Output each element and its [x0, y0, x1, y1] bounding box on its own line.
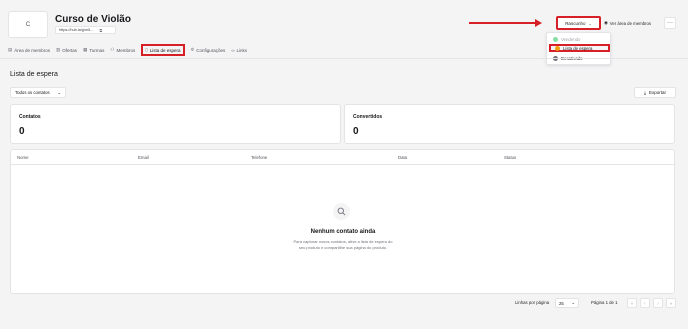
gear-icon: ✲ — [190, 47, 195, 52]
first-page-button[interactable]: « — [627, 298, 637, 308]
rows-per-page-value: 25 — [559, 300, 564, 306]
status-option-vendendo[interactable]: Vendendo — [549, 35, 610, 43]
column-header-phone[interactable]: Telefone — [251, 155, 267, 160]
previous-page-button[interactable]: ‹ — [640, 298, 650, 308]
status-option-label: Lista de espera — [563, 45, 593, 51]
rows-per-page-label: Linhas por página — [515, 300, 550, 305]
tab-links[interactable]: ∞ Links — [231, 48, 247, 53]
check-circle-icon — [553, 36, 558, 42]
table-header: Nome Email Telefone Data Status — [11, 150, 674, 165]
status-button-label: Rascunho — [565, 20, 586, 26]
tab-label: Ofertas — [62, 47, 78, 53]
column-header-status[interactable]: Status — [504, 155, 516, 160]
chevron-down-icon: ⌄ — [588, 20, 592, 26]
last-page-button[interactable]: » — [666, 298, 676, 308]
product-url-pill[interactable]: https://hub.la/g/m5... ⧉ — [55, 26, 116, 34]
tab-label: Lista de espera — [149, 47, 181, 53]
thumbnail-letter: C — [25, 21, 31, 28]
product-title: Curso de Violão — [55, 14, 131, 25]
more-icon: ··· — [667, 20, 673, 26]
status-menu: Vendendo Lista de espera Desativado — [546, 32, 611, 65]
rows-per-page-select[interactable]: 25 ⌄ — [555, 298, 579, 308]
export-label: Exportar — [648, 90, 666, 95]
stat-label: Convertidos — [353, 114, 383, 120]
tab-offers[interactable]: ▥ Ofertas — [56, 47, 77, 53]
waitlist-icon: ▯ — [145, 47, 148, 52]
users-icon: ⚇ — [110, 47, 115, 52]
empty-state-description: Para capturar novos contatos, ative a li… — [293, 239, 393, 250]
tab-members[interactable]: ⚇ Membros — [110, 47, 135, 53]
contacts-stat-card: Contatos 0 — [10, 104, 341, 144]
view-members-label: Ver área de membros — [609, 20, 652, 26]
tab-label: Configurações — [196, 47, 226, 53]
column-header-name[interactable]: Nome — [17, 155, 28, 160]
chevron-right-icon: › — [657, 300, 659, 306]
view-members-area-button[interactable]: ◉ Ver área de membros — [604, 17, 651, 29]
converted-stat-card: Convertidos 0 — [344, 104, 675, 144]
empty-state-title: Nenhum contato ainda — [310, 229, 376, 235]
export-button[interactable]: ⤓ Exportar — [634, 87, 676, 98]
stat-label: Contatos — [19, 114, 41, 120]
next-page-button[interactable]: › — [653, 298, 663, 308]
members-area-icon: ▤ — [8, 47, 13, 52]
page-info: Página 1 de 1 — [591, 300, 618, 305]
annotation-arrow-head — [535, 19, 542, 27]
tab-classes[interactable]: ▦ Turmas — [83, 47, 104, 53]
chevron-down-icon: ⌄ — [571, 300, 575, 305]
first-page-icon: « — [630, 300, 634, 306]
column-header-date[interactable]: Data — [398, 155, 407, 160]
more-options-button[interactable]: ··· — [664, 17, 676, 29]
link-icon: ∞ — [231, 47, 235, 53]
eye-icon: ◉ — [604, 20, 608, 25]
contacts-filter-select[interactable]: Todos os contatos ⌄ — [10, 87, 66, 98]
tab-label: Links — [236, 47, 248, 53]
stat-value: 0 — [19, 126, 25, 137]
annotation-arrow-line — [469, 22, 537, 24]
classes-icon: ▦ — [83, 47, 88, 52]
tab-waitlist[interactable]: ▯ Lista de espera — [141, 44, 185, 56]
chevron-left-icon: ‹ — [644, 300, 646, 306]
filter-value: Todos os contatos — [15, 90, 50, 95]
status-option-lista-de-espera[interactable]: Lista de espera — [549, 44, 610, 52]
product-tabs: ▤ Área de membros ▥ Ofertas ▦ Turmas ⚇ Membr… — [8, 44, 253, 56]
offers-icon: ▥ — [56, 47, 61, 52]
section-title: Lista de espera — [10, 71, 58, 78]
status-dropdown-button[interactable]: Rascunho ⌄ — [556, 16, 601, 30]
stat-value: 0 — [353, 126, 359, 137]
product-thumbnail: C — [8, 11, 48, 38]
last-page-icon: » — [669, 300, 673, 306]
clock-circle-icon — [555, 45, 560, 51]
tabs-divider — [0, 58, 688, 59]
tab-label: Área de membros — [14, 47, 51, 53]
download-icon: ⤓ — [643, 90, 646, 95]
status-option-label: Vendendo — [561, 36, 581, 42]
search-icon — [333, 203, 350, 220]
product-url: https://hub.la/g/m5... — [59, 28, 94, 32]
tab-label: Membros — [116, 47, 136, 53]
tab-settings[interactable]: ✲ Configurações — [191, 47, 226, 53]
copy-icon[interactable]: ⧉ — [99, 28, 102, 33]
tab-members-area[interactable]: ▤ Área de membros — [8, 47, 50, 53]
column-header-email[interactable]: Email — [138, 155, 149, 160]
tab-label: Turmas — [89, 47, 105, 53]
waitlist-table: Nome Email Telefone Data Status — [10, 149, 675, 294]
chevron-down-icon: ⌄ — [57, 89, 61, 95]
